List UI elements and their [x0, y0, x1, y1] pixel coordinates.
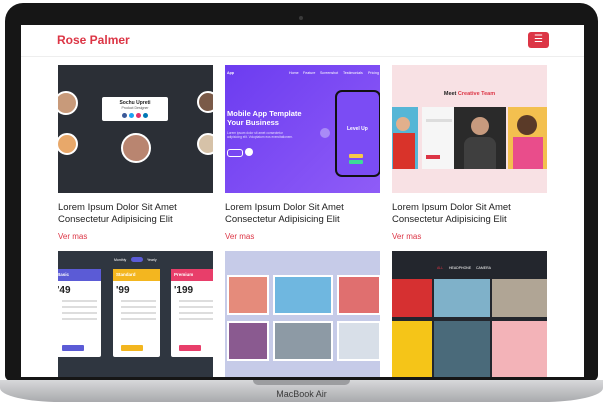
thumb-nav-item: Pricing [368, 71, 379, 75]
plan-name: Premium [171, 269, 213, 281]
ver-mas-link[interactable]: Ver mas [225, 232, 254, 241]
thumb-heading-accent: Creative Team [457, 91, 496, 97]
avatar [197, 91, 213, 113]
card-title: Lorem Ipsum Dolor Sit Amet Consectetur A… [58, 202, 177, 225]
phone-button [349, 160, 363, 164]
avatar [58, 133, 78, 155]
menu-button[interactable]: ☰ [528, 32, 549, 48]
ver-mas-link[interactable]: Ver mas [58, 232, 87, 241]
thumb-nav-item: Testimonials [343, 71, 363, 75]
gallery-photo [227, 275, 269, 315]
product-photo [492, 321, 547, 377]
site-header: Rose Palmer ☰ [21, 25, 584, 57]
gallery-photo [337, 275, 380, 315]
thumb-headline: Mobile App Template Your Business [227, 109, 302, 127]
thumb-nav-item: Feature [303, 71, 316, 75]
pricing-plan: Premium '199 [171, 269, 213, 357]
thumb-nav-item: Screenshot [320, 71, 339, 75]
gallery-photo [227, 321, 269, 361]
laptop-frame: Rose Palmer ☰ Sochu Upreti Product Desig… [0, 0, 603, 414]
phone-button [349, 154, 363, 158]
card-thumbnail[interactable]: Monthly Yearly Basic '49 Standard '99 Pr… [58, 251, 213, 377]
billing-toggle[interactable] [131, 257, 143, 262]
brand-logo[interactable]: Rose Palmer [57, 33, 130, 47]
gallery-photo [273, 275, 333, 315]
avatar [197, 133, 213, 155]
phone-text: Level Up [347, 126, 368, 132]
team-photo [392, 107, 418, 169]
camera-icon [299, 16, 303, 20]
plan-name: Standard [113, 269, 160, 281]
team-photo [454, 107, 506, 169]
pricing-plan: Basic '49 [58, 269, 101, 357]
product-photo [392, 321, 432, 377]
plan-price: '99 [116, 285, 130, 296]
plan-button[interactable] [121, 345, 143, 351]
pricing-plan: Standard '99 [113, 269, 160, 357]
thumb-heading-plain: Meet [443, 91, 458, 97]
product-photo [392, 279, 432, 317]
browser-viewport: Rose Palmer ☰ Sochu Upreti Product Desig… [21, 25, 584, 377]
avatar [121, 133, 151, 163]
hamburger-icon: ☰ [534, 34, 543, 45]
instagram-icon [136, 113, 141, 118]
gallery-photo [273, 321, 333, 361]
play-icon [245, 148, 253, 156]
thumb-button [227, 149, 243, 157]
card-title: Lorem Ipsum Dolor Sit Amet Consectetur A… [225, 202, 344, 225]
facebook-icon [122, 113, 127, 118]
decor-circle [320, 128, 330, 138]
card-thumbnail[interactable]: Meet Creative Team [392, 65, 547, 193]
avatar [58, 91, 78, 115]
thumb-filter-item: HEADPHONE [449, 266, 472, 270]
profile-role: Product Designer [121, 106, 149, 110]
product-photo [492, 279, 547, 317]
plan-button[interactable] [179, 345, 201, 351]
card-thumbnail[interactable]: Sochu Upreti Product Designer [58, 65, 213, 193]
card-title: Lorem Ipsum Dolor Sit Amet Consectetur A… [392, 202, 511, 225]
plan-price: '49 [58, 285, 71, 296]
twitter-icon [129, 113, 134, 118]
linkedin-icon [143, 113, 148, 118]
team-card [422, 107, 456, 169]
toggle-label: Yearly [147, 258, 157, 262]
thumb-filter-item: CAMERA [476, 266, 491, 270]
plan-name: Basic [58, 269, 101, 281]
thumb-nav-item: Home [289, 71, 299, 75]
toggle-label: Monthly [114, 258, 127, 262]
card-thumbnail[interactable] [225, 251, 380, 377]
thumb-body: Lorem ipsum dolor sit amet consectetur a… [227, 131, 294, 139]
plan-button[interactable] [62, 345, 84, 351]
device-label: MacBook Air [276, 389, 327, 399]
thumb-filter-item: ALL [437, 266, 444, 270]
team-photo [508, 107, 547, 169]
gallery-photo [337, 321, 380, 361]
thumb-logo: App [227, 71, 234, 75]
thumb-heading: Meet Creative Team [392, 91, 547, 97]
laptop-notch [253, 380, 350, 385]
phone-mockup: Level Up [335, 90, 380, 177]
plan-price: '199 [174, 285, 194, 296]
profile-card: Sochu Upreti Product Designer [102, 97, 168, 121]
card-thumbnail[interactable]: ALL HEADPHONE CAMERA [392, 251, 547, 377]
product-photo [434, 321, 490, 377]
card-thumbnail[interactable]: App Home Feature Screenshot Testimonials… [225, 65, 380, 193]
ver-mas-link[interactable]: Ver mas [392, 232, 421, 241]
product-photo [434, 279, 490, 317]
